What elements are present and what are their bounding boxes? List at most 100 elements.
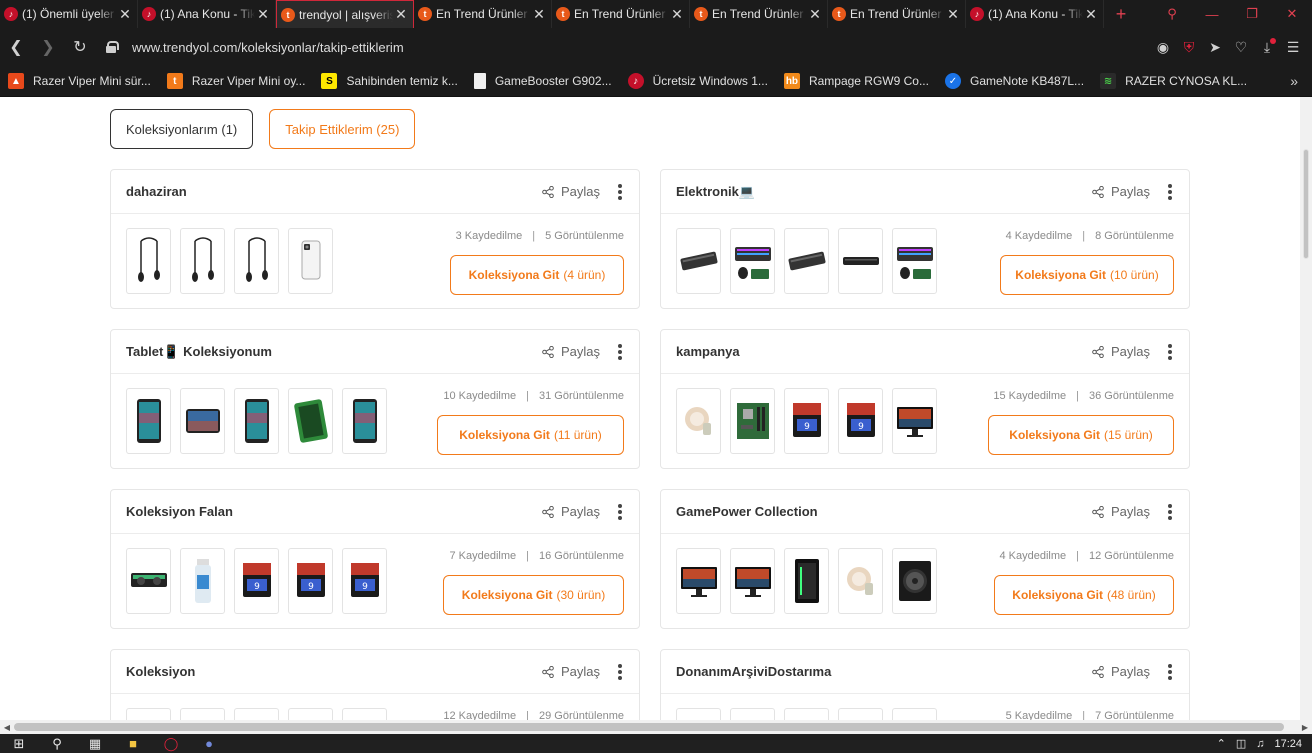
maximize-button[interactable]: ❐: [1232, 0, 1272, 28]
product-thumbnail[interactable]: [784, 228, 829, 294]
product-thumbnail[interactable]: [838, 708, 883, 720]
file-explorer-icon[interactable]: ■: [114, 734, 152, 753]
product-thumbnail[interactable]: [676, 708, 721, 720]
share-button[interactable]: Paylaş: [1092, 344, 1150, 359]
share-button[interactable]: Paylaş: [542, 344, 600, 359]
share-button[interactable]: Paylaş: [542, 504, 600, 519]
product-thumbnail[interactable]: [126, 388, 171, 454]
product-thumbnail[interactable]: 9: [342, 548, 387, 614]
send-icon[interactable]: ➤: [1202, 32, 1228, 62]
close-tab-icon[interactable]: ✕: [255, 6, 271, 23]
collection-title[interactable]: DonanımArşiviDostarıma: [676, 664, 1092, 679]
product-thumbnail[interactable]: [288, 388, 333, 454]
reload-button[interactable]: ↻: [64, 32, 96, 62]
product-thumbnail[interactable]: [288, 228, 333, 294]
camera-icon[interactable]: ◉: [1150, 32, 1176, 62]
product-thumbnail[interactable]: [126, 548, 171, 614]
scroll-right-icon[interactable]: ▶: [1298, 720, 1312, 734]
close-tab-icon[interactable]: ✕: [531, 6, 547, 23]
product-thumbnail[interactable]: [342, 388, 387, 454]
close-tab-icon[interactable]: ✕: [807, 6, 823, 23]
share-button[interactable]: Paylaş: [1092, 664, 1150, 679]
bookmark-item[interactable]: hb Rampage RGW9 Co...: [783, 73, 929, 89]
collection-title[interactable]: Tablet📱 Koleksiyonum: [126, 344, 542, 360]
heart-icon[interactable]: ♡: [1228, 32, 1254, 62]
more-options-icon[interactable]: [1166, 663, 1174, 681]
close-window-button[interactable]: ✕: [1272, 0, 1312, 28]
product-thumbnail[interactable]: [342, 708, 387, 720]
go-to-collection-button[interactable]: Koleksiyona Git (11 ürün): [437, 415, 624, 455]
product-thumbnail[interactable]: [234, 228, 279, 294]
close-tab-icon[interactable]: ✕: [945, 6, 961, 23]
share-button[interactable]: Paylaş: [1092, 184, 1150, 199]
collection-title[interactable]: dahaziran: [126, 184, 542, 199]
tab-following[interactable]: Takip Ettiklerim (25): [269, 109, 416, 149]
collection-title[interactable]: kampanya: [676, 344, 1092, 359]
close-tab-icon[interactable]: ✕: [1083, 6, 1099, 23]
product-thumbnail[interactable]: [180, 548, 225, 614]
go-to-collection-button[interactable]: Koleksiyona Git (48 ürün): [994, 575, 1174, 615]
product-thumbnail[interactable]: [234, 708, 279, 720]
browser-tab[interactable]: ♪ (1) Ana Konu - TikTok✕: [966, 0, 1104, 28]
shield-icon[interactable]: ⛨: [1176, 32, 1202, 62]
bookmark-item[interactable]: S Sahibinden temiz k...: [321, 73, 458, 89]
windows-start-icon[interactable]: ⊞: [0, 734, 38, 753]
product-thumbnail[interactable]: [892, 548, 937, 614]
product-thumbnail[interactable]: 9: [234, 548, 279, 614]
bookmark-item[interactable]: ✓ GameNote KB487L...: [944, 73, 1084, 89]
collection-title[interactable]: Koleksiyon: [126, 664, 542, 679]
share-button[interactable]: Paylaş: [542, 184, 600, 199]
product-thumbnail[interactable]: [676, 548, 721, 614]
discord-icon[interactable]: ●: [190, 734, 228, 753]
browser-tab[interactable]: ♪ (1) Ana Konu - TikTok✕: [138, 0, 276, 28]
share-button[interactable]: Paylaş: [1092, 504, 1150, 519]
product-thumbnail[interactable]: [730, 708, 775, 720]
product-thumbnail[interactable]: [784, 708, 829, 720]
product-thumbnail[interactable]: [892, 708, 937, 720]
product-thumbnail[interactable]: [676, 228, 721, 294]
tab-my-collections[interactable]: Koleksiyonlarım (1): [110, 109, 254, 149]
product-thumbnail[interactable]: 9: [784, 388, 829, 454]
product-thumbnail[interactable]: [180, 228, 225, 294]
collection-title[interactable]: Elektronik💻: [676, 184, 1092, 200]
more-options-icon[interactable]: [616, 663, 624, 681]
go-to-collection-button[interactable]: Koleksiyona Git (15 ürün): [988, 415, 1174, 455]
more-options-icon[interactable]: [1166, 503, 1174, 521]
product-thumbnail[interactable]: [838, 548, 883, 614]
bookmarks-overflow-icon[interactable]: »: [1290, 73, 1298, 89]
browser-tab[interactable]: t En Trend Ürünler ✕: [690, 0, 828, 28]
bookmark-item[interactable]: t Razer Viper Mini oy...: [166, 73, 305, 89]
browser-tab[interactable]: t En Trend Ürünler ✕: [552, 0, 690, 28]
product-thumbnail[interactable]: [892, 388, 937, 454]
product-thumbnail[interactable]: [126, 708, 171, 720]
search-tabs-icon[interactable]: ⚲: [1152, 0, 1192, 28]
product-thumbnail[interactable]: [838, 228, 883, 294]
menu-icon[interactable]: ☰: [1280, 32, 1306, 62]
product-thumbnail[interactable]: [730, 548, 775, 614]
close-tab-icon[interactable]: ✕: [393, 6, 409, 23]
collection-title[interactable]: Koleksiyon Falan: [126, 504, 542, 519]
go-to-collection-button[interactable]: Koleksiyona Git (10 ürün): [1000, 255, 1174, 295]
bookmark-item[interactable]: ≋ RAZER CYNOSA KL...: [1100, 73, 1247, 89]
browser-tab[interactable]: t En Trend Ürünler ✕: [414, 0, 552, 28]
close-tab-icon[interactable]: ✕: [669, 6, 685, 23]
collection-title[interactable]: GamePower Collection: [676, 504, 1092, 519]
product-thumbnail[interactable]: [180, 708, 225, 720]
product-thumbnail[interactable]: [234, 388, 279, 454]
clock[interactable]: 17:24: [1274, 738, 1302, 750]
more-options-icon[interactable]: [616, 343, 624, 361]
go-to-collection-button[interactable]: Koleksiyona Git (30 ürün): [443, 575, 624, 615]
new-tab-button[interactable]: +: [1106, 0, 1136, 28]
product-thumbnail[interactable]: 9: [288, 548, 333, 614]
browser-tab[interactable]: t trendyol | alışveriş ✕: [276, 0, 414, 28]
search-icon[interactable]: ⚲: [38, 734, 76, 753]
more-options-icon[interactable]: [616, 183, 624, 201]
browser-tab[interactable]: t En Trend Ürünler ✕: [828, 0, 966, 28]
product-thumbnail[interactable]: [180, 388, 225, 454]
product-thumbnail[interactable]: [784, 548, 829, 614]
vertical-scrollbar[interactable]: [1300, 97, 1312, 720]
forward-button[interactable]: ❯: [32, 32, 64, 62]
more-options-icon[interactable]: [1166, 343, 1174, 361]
product-thumbnail[interactable]: 9: [838, 388, 883, 454]
network-icon[interactable]: ◫: [1236, 737, 1246, 750]
